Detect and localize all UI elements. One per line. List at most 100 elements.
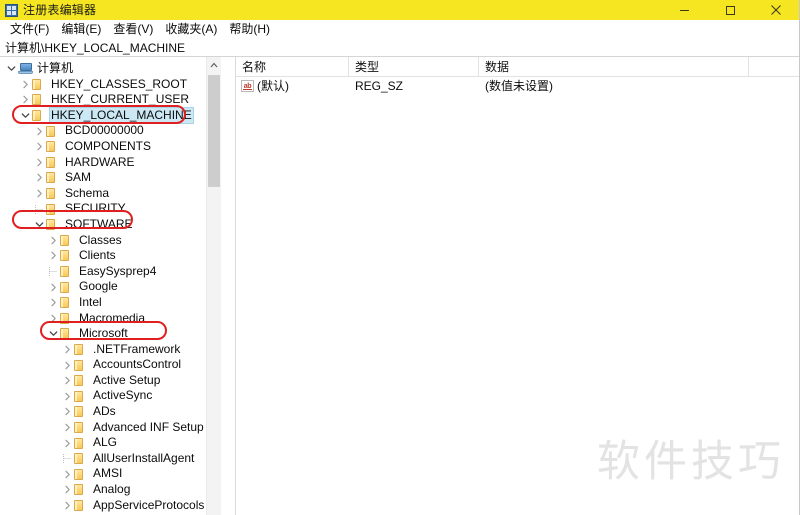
column-header-name[interactable]: 名称 [236, 57, 349, 76]
tree-expander-closed[interactable] [61, 470, 74, 479]
scroll-up-button[interactable] [207, 57, 221, 72]
tree-node[interactable]: Microsoft [0, 326, 221, 342]
tree-expander-closed[interactable] [61, 361, 74, 370]
main-content: 计算机HKEY_CLASSES_ROOTHKEY_CURRENT_USERHKE… [0, 57, 799, 515]
tree-node[interactable]: 计算机 [0, 61, 221, 77]
title-bar[interactable]: 注册表编辑器 [0, 0, 799, 20]
tree-node[interactable]: Intel [0, 295, 221, 311]
scrollbar-thumb[interactable] [208, 75, 220, 187]
menu-item-file[interactable]: 文件(F) [4, 20, 55, 39]
chevron-right-icon [63, 376, 72, 385]
tree-node[interactable]: AllUserInstallAgent [0, 451, 221, 467]
tree-node[interactable]: HKEY_CURRENT_USER [0, 92, 221, 108]
tree-node[interactable]: Schema [0, 186, 221, 202]
tree-expander-closed[interactable] [47, 314, 60, 323]
tree-expander-closed[interactable] [61, 423, 74, 432]
maximize-button[interactable] [707, 0, 753, 20]
tree-node[interactable]: AppServiceProtocols [0, 498, 221, 514]
tree-expander-closed[interactable] [61, 407, 74, 416]
tree-node[interactable]: COMPONENTS [0, 139, 221, 155]
watermark: 软件技巧 [597, 427, 785, 489]
minimize-button[interactable] [661, 0, 707, 20]
folder-icon [74, 344, 88, 355]
tree-node-label: ActiveSync [91, 388, 154, 404]
tree-node[interactable]: Macromedia [0, 311, 221, 327]
folder-icon [74, 500, 88, 511]
tree-expander-closed[interactable] [47, 283, 60, 292]
tree-node[interactable]: AccountsControl [0, 357, 221, 373]
tree-expander-closed[interactable] [47, 236, 60, 245]
tree-expander-closed[interactable] [61, 485, 74, 494]
chevron-right-icon [63, 345, 72, 354]
tree-node[interactable]: SOFTWARE [0, 217, 221, 233]
tree-expander-closed[interactable] [61, 501, 74, 510]
tree-expander-closed[interactable] [33, 173, 46, 182]
tree-expander-closed[interactable] [33, 158, 46, 167]
address-bar[interactable]: 计算机\HKEY_LOCAL_MACHINE [0, 39, 799, 57]
value-row[interactable]: ab(默认)REG_SZ(数值未设置) [236, 77, 799, 95]
folder-icon [74, 360, 88, 371]
tree-node[interactable]: ActiveSync [0, 388, 221, 404]
tree-node[interactable]: Classes [0, 233, 221, 249]
tree-node[interactable]: Analog [0, 482, 221, 498]
tree-expander-closed[interactable] [33, 189, 46, 198]
tree-node[interactable]: Advanced INF Setup [0, 420, 221, 436]
tree-node[interactable]: Google [0, 279, 221, 295]
tree-node-label: AccountsControl [91, 357, 183, 373]
tree-node[interactable]: SAM [0, 170, 221, 186]
tree-expander-closed[interactable] [47, 251, 60, 260]
tree-node[interactable]: HARDWARE [0, 155, 221, 171]
tree-node[interactable]: .NETFramework [0, 342, 221, 358]
tree-node[interactable]: HKEY_CLASSES_ROOT [0, 77, 221, 93]
tree-node-label: HKEY_LOCAL_MACHINE [49, 107, 194, 125]
tree-node[interactable]: EasySysprep4 [0, 264, 221, 280]
chevron-right-icon [49, 314, 58, 323]
column-header-data[interactable]: 数据 [479, 57, 749, 76]
tree-expander-closed[interactable] [19, 80, 32, 89]
menu-item-edit[interactable]: 编辑(E) [55, 20, 107, 39]
window-title: 注册表编辑器 [23, 0, 96, 20]
column-header-type[interactable]: 类型 [349, 57, 479, 76]
tree-expander-open[interactable] [33, 220, 46, 229]
tree-node[interactable]: ALG [0, 435, 221, 451]
tree-node-label: Google [77, 279, 120, 295]
tree-node[interactable]: Clients [0, 248, 221, 264]
tree-expander-open[interactable] [47, 329, 60, 338]
tree-expander-closed[interactable] [61, 345, 74, 354]
tree-node[interactable]: AMSI [0, 466, 221, 482]
chevron-right-icon [63, 501, 72, 510]
tree-expander-closed[interactable] [33, 127, 46, 136]
chevron-right-icon [63, 439, 72, 448]
tree-leaf-connector-icon [49, 267, 58, 276]
menu-item-help[interactable]: 帮助(H) [223, 20, 276, 39]
tree-expander-closed[interactable] [61, 376, 74, 385]
folder-icon [74, 406, 88, 417]
tree-node[interactable]: SECURITY [0, 201, 221, 217]
registry-path: 计算机\HKEY_LOCAL_MACHINE [5, 39, 185, 57]
tree-node[interactable]: Active Setup [0, 373, 221, 389]
menu-item-favorites[interactable]: 收藏夹(A) [159, 20, 223, 39]
close-button[interactable] [753, 0, 799, 20]
tree-node[interactable]: HKEY_LOCAL_MACHINE [0, 108, 221, 124]
chevron-right-icon [63, 423, 72, 432]
folder-icon [46, 157, 60, 168]
tree-expander-closed[interactable] [47, 298, 60, 307]
tree-expander-open[interactable] [5, 64, 18, 73]
tree-node-label: Classes [77, 233, 124, 249]
tree-expander-closed[interactable] [61, 439, 74, 448]
tree-expander-open[interactable] [19, 111, 32, 120]
tree-node-label: 计算机 [35, 61, 75, 77]
menu-item-view[interactable]: 查看(V) [107, 20, 159, 39]
tree-expander-closed[interactable] [19, 95, 32, 104]
tree-node[interactable]: ADs [0, 404, 221, 420]
tree-node[interactable]: BCD00000000 [0, 123, 221, 139]
registry-tree-pane: 计算机HKEY_CLASSES_ROOTHKEY_CURRENT_USERHKE… [0, 57, 236, 515]
chevron-right-icon [49, 283, 58, 292]
tree-vertical-scrollbar[interactable] [206, 57, 221, 515]
tree-expander-closed[interactable] [33, 142, 46, 151]
tree-leaf-connector-icon [63, 454, 72, 463]
chevron-right-icon [49, 236, 58, 245]
folder-icon [74, 391, 88, 402]
tree-node-label: ADs [91, 404, 118, 420]
tree-expander-closed[interactable] [61, 392, 74, 401]
